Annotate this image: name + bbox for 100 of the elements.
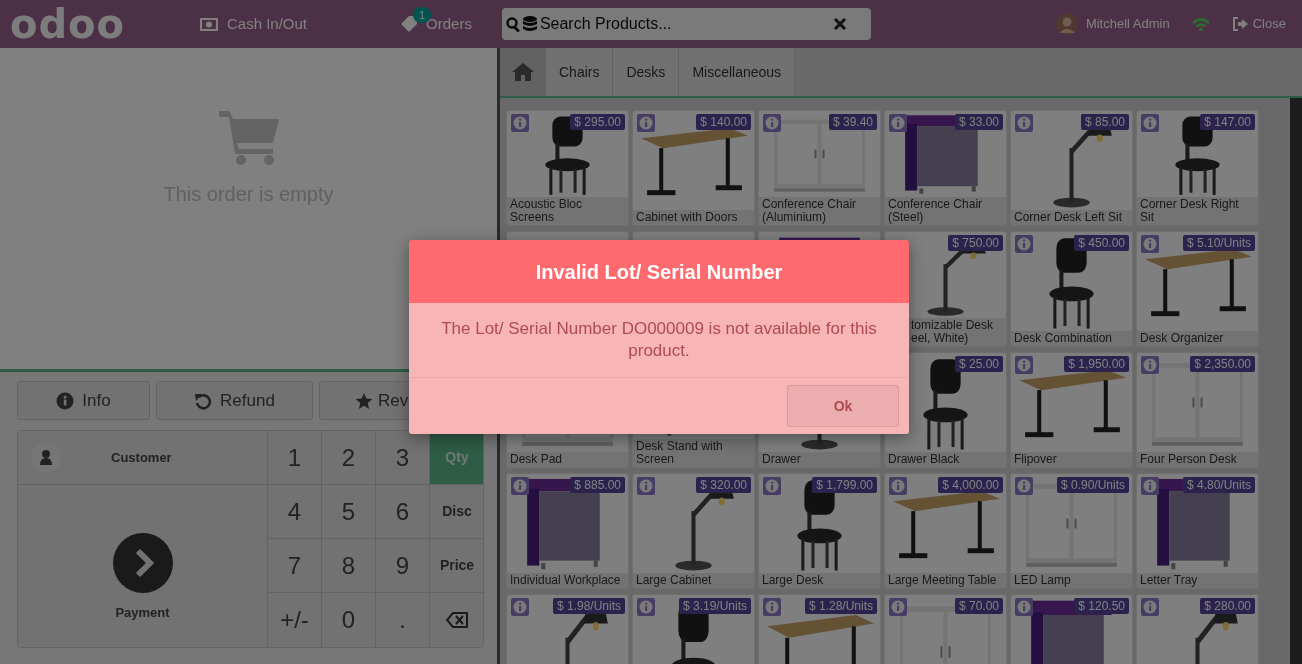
product-name: Four Person Desk — [1139, 452, 1238, 467]
chevron-right-icon — [112, 532, 173, 593]
price-tag: $ 140.00 — [696, 114, 751, 130]
category-tab[interactable]: Miscellaneous — [679, 48, 796, 96]
info-icon[interactable] — [1015, 356, 1033, 374]
product-name: Desk Pad — [509, 452, 564, 467]
product-name: Corner Desk Right Sit — [1139, 197, 1240, 225]
info-icon[interactable] — [1015, 114, 1033, 132]
info-icon[interactable] — [511, 598, 529, 616]
numpad-key[interactable]: 9 — [376, 539, 430, 593]
info-icon[interactable] — [889, 477, 907, 495]
info-icon[interactable] — [637, 114, 655, 132]
price-tag: $ 885.00 — [570, 477, 625, 493]
search-field[interactable]: Search Products... — [501, 8, 871, 40]
product-name: Individual Workplace — [509, 573, 622, 588]
error-message: The Lot/ Serial Number DO000009 is not available for this product. — [409, 303, 909, 378]
info-icon[interactable] — [1015, 477, 1033, 495]
logo: odoo — [10, 4, 125, 44]
product-name: Corner Desk Left Sit — [1013, 210, 1124, 225]
product-card[interactable]: $ 450.00 Desk Combination — [1010, 231, 1133, 347]
money-icon — [200, 17, 218, 31]
refund-button[interactable]: Refund — [156, 381, 313, 420]
product-name: Flipover — [1013, 452, 1058, 467]
numpad-key[interactable]: 2 — [322, 431, 376, 485]
clear-icon[interactable] — [833, 18, 846, 30]
product-name: Drawer — [761, 452, 802, 467]
numpad-key[interactable]: 1 — [268, 431, 322, 485]
category-tab[interactable]: Chairs — [546, 48, 614, 96]
info-icon[interactable] — [889, 598, 907, 616]
payment-button[interactable]: Payment — [18, 485, 268, 647]
close-button[interactable]: Close — [1231, 14, 1286, 34]
info-icon[interactable] — [1141, 114, 1159, 132]
home-icon — [512, 63, 534, 81]
product-card[interactable]: $ 39.40 Conference Chair (Aluminium) — [758, 110, 881, 226]
numpad-key[interactable]: 3 — [376, 431, 430, 485]
product-card[interactable]: $ 1,950.00 Flipover — [1010, 352, 1133, 468]
product-card[interactable]: $ 0.90/Units LED Lamp — [1010, 473, 1133, 589]
product-card[interactable]: $ 1.28/Units — [758, 594, 881, 664]
product-card[interactable]: $ 140.00 Cabinet with Doors — [632, 110, 755, 226]
price-tag: $ 750.00 — [948, 235, 1003, 251]
price-tag: $ 3.19/Units — [678, 598, 751, 614]
product-card[interactable]: $ 70.00 — [884, 594, 1007, 664]
cart-icon — [218, 111, 279, 165]
info-icon[interactable] — [763, 114, 781, 132]
category-tab[interactable]: Desks — [613, 48, 680, 96]
user-name: Mitchell Admin — [1085, 15, 1170, 34]
price-tag: $ 25.00 — [954, 356, 1003, 372]
product-name: LED Lamp — [1013, 573, 1072, 588]
product-name: Desk Combination — [1013, 331, 1114, 346]
product-card[interactable]: $ 147.00 Corner Desk Right Sit — [1136, 110, 1259, 226]
numpad-key[interactable]: 7 — [268, 539, 322, 593]
info-icon[interactable] — [763, 598, 781, 616]
product-name: Large Desk — [761, 573, 825, 588]
ok-button[interactable]: Ok — [787, 385, 899, 427]
info-icon[interactable] — [637, 477, 655, 495]
scrollbar[interactable] — [1290, 98, 1302, 664]
product-name: Desk Stand with Screen — [635, 439, 724, 467]
info-icon[interactable] — [511, 114, 529, 132]
search-icon — [505, 17, 521, 32]
price-tag: $ 33.00 — [954, 114, 1003, 130]
info-icon[interactable] — [511, 477, 529, 495]
info-icon[interactable] — [1141, 235, 1159, 253]
info-icon[interactable] — [1141, 477, 1159, 495]
product-name: Acoustic Bloc Screens — [509, 197, 584, 225]
price-tag: $ 4.80/Units — [1182, 477, 1255, 493]
numpad-key[interactable]: 8 — [322, 539, 376, 593]
info-icon[interactable] — [637, 598, 655, 616]
product-card[interactable]: $ 1,799.00 Large Desk — [758, 473, 881, 589]
price-tag: $ 1,799.00 — [812, 477, 877, 493]
product-card[interactable]: $ 295.00 Acoustic Bloc Screens — [506, 110, 629, 226]
product-card[interactable]: $ 4,000.00 Large Meeting Table — [884, 473, 1007, 589]
customer-button[interactable]: Customer — [18, 431, 268, 485]
info-button[interactable]: Info — [17, 381, 150, 420]
product-card[interactable]: $ 120.50 — [1010, 594, 1133, 664]
product-card[interactable]: $ 1.98/Units — [506, 594, 629, 664]
product-card[interactable]: $ 33.00 Conference Chair (Steel) — [884, 110, 1007, 226]
home-button[interactable] — [500, 48, 546, 96]
numpad-key[interactable]: 4 — [268, 485, 322, 539]
cash-in-out-button[interactable]: Cash In/Out — [200, 12, 308, 36]
info-icon[interactable] — [889, 114, 907, 132]
numpad-key[interactable]: 6 — [376, 485, 430, 539]
product-card[interactable]: $ 885.00 Individual Workplace — [506, 473, 629, 589]
price-tag: $ 1.28/Units — [804, 598, 877, 614]
info-icon[interactable] — [1141, 598, 1159, 616]
info-icon[interactable] — [1015, 235, 1033, 253]
price-tag: $ 4,000.00 — [938, 477, 1003, 493]
product-card[interactable]: $ 320.00 Large Cabinet — [632, 473, 755, 589]
product-card[interactable]: $ 3.19/Units — [632, 594, 755, 664]
info-icon[interactable] — [763, 477, 781, 495]
avatar — [1055, 13, 1078, 35]
info-icon[interactable] — [1141, 356, 1159, 374]
price-tag: $ 320.00 — [696, 477, 751, 493]
product-card[interactable]: $ 2,350.00 Four Person Desk — [1136, 352, 1259, 468]
backspace-icon[interactable] — [446, 612, 468, 628]
product-card[interactable]: $ 4.80/Units Letter Tray — [1136, 473, 1259, 589]
product-card[interactable]: $ 5.10/Units Desk Organizer — [1136, 231, 1259, 347]
info-icon[interactable] — [1015, 598, 1033, 616]
numpad-key[interactable]: 5 — [322, 485, 376, 539]
product-card[interactable]: $ 280.00 — [1136, 594, 1259, 664]
product-card[interactable]: $ 85.00 Corner Desk Left Sit — [1010, 110, 1133, 226]
